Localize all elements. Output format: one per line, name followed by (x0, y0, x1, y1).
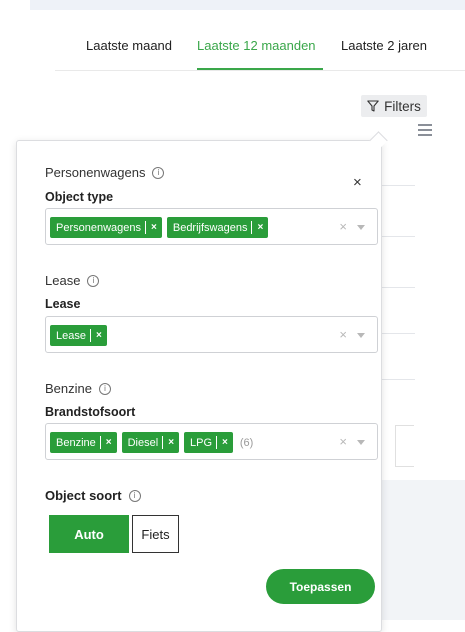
section-title-object-type: Personenwagens i (45, 165, 165, 180)
chip-benzine: Benzine × (50, 432, 117, 453)
info-icon[interactable]: i (98, 382, 111, 395)
bg-row-line (380, 185, 415, 186)
tab-last-12-months[interactable]: Laatste 12 maanden (197, 38, 316, 53)
section-title-fuel: Benzine i (45, 381, 111, 396)
chip-label: Diesel (127, 436, 159, 449)
more-count: (6) (239, 436, 254, 449)
object-type-label: Object type (45, 190, 114, 204)
fuel-type-select[interactable]: Benzine × Diesel × LPG × (6) × (45, 423, 378, 460)
chip-label: Bedrijfswagens (172, 221, 248, 234)
chip-label: Benzine (56, 436, 96, 449)
chip-personenwagens: Personenwagens × (50, 217, 162, 238)
chip-lease: Lease × (50, 325, 107, 346)
filters-label: Filters (384, 98, 421, 114)
tab-last-2-years[interactable]: Laatste 2 jaren (341, 38, 427, 53)
clear-icon[interactable]: × (339, 219, 347, 234)
chip-remove-icon[interactable]: × (257, 222, 263, 233)
bg-row-line (380, 333, 415, 334)
tabs-divider (55, 70, 465, 71)
chevron-down-icon[interactable] (357, 333, 365, 338)
chip-remove-icon[interactable]: × (151, 222, 157, 233)
chip-remove-icon[interactable]: × (168, 437, 174, 448)
clear-icon[interactable]: × (339, 327, 347, 342)
bg-row-line (380, 236, 415, 237)
tab-last-month[interactable]: Laatste maand (86, 38, 172, 53)
fiets-toggle-button[interactable]: Fiets (132, 515, 179, 553)
fuel-type-label: Brandstofsoort (45, 405, 136, 419)
top-band (30, 0, 465, 10)
chevron-down-icon[interactable] (357, 225, 365, 230)
chip-remove-icon[interactable]: × (96, 330, 102, 341)
chip-label: Lease (56, 329, 86, 342)
auto-toggle-button[interactable]: Auto (49, 515, 129, 553)
chip-diesel: Diesel × (121, 432, 180, 453)
chip-lpg: LPG × (184, 432, 233, 453)
funnel-icon (367, 100, 379, 112)
chip-label: LPG (190, 436, 213, 449)
clear-icon[interactable]: × (339, 434, 347, 449)
chip-remove-icon[interactable]: × (222, 437, 228, 448)
filters-button[interactable]: Filters (361, 95, 427, 117)
bg-row-line (380, 287, 415, 288)
chip-bedrijfswagens: Bedrijfswagens × (166, 217, 269, 238)
section-title-lease: Lease i (45, 273, 100, 288)
hamburger-icon[interactable] (418, 124, 432, 136)
bg-box (395, 425, 414, 467)
bg-bottom-panel (380, 480, 465, 620)
bg-row-line (380, 379, 415, 380)
apply-button[interactable]: Toepassen (266, 569, 375, 604)
info-icon[interactable]: i (152, 166, 165, 179)
info-icon[interactable]: i (128, 489, 141, 502)
lease-select[interactable]: Lease × × (45, 316, 378, 353)
chip-remove-icon[interactable]: × (106, 437, 112, 448)
period-tabs: Laatste maand Laatste 12 maanden Laatste… (0, 38, 465, 70)
section-title-text: Benzine (45, 381, 92, 396)
info-icon[interactable]: i (87, 274, 100, 287)
chip-label: Personenwagens (56, 221, 142, 234)
close-icon[interactable]: × (353, 174, 362, 191)
object-type-select[interactable]: Personenwagens × Bedrijfswagens × × (45, 208, 378, 245)
lease-label: Lease (45, 297, 81, 311)
section-title-text: Personenwagens (45, 165, 146, 180)
chevron-down-icon[interactable] (357, 440, 365, 445)
section-title-text: Lease (45, 273, 81, 288)
section-title-object-soort: Object soort i (45, 488, 141, 503)
section-title-text: Object soort (45, 488, 122, 503)
